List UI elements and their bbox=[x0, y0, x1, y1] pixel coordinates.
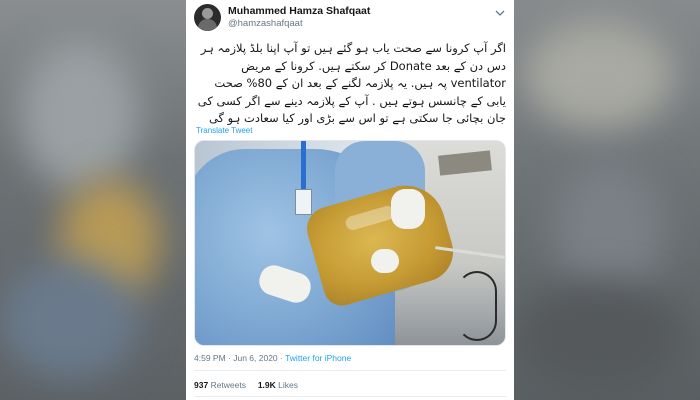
tweet-stats: 937 Retweets 1.9K Likes bbox=[194, 380, 298, 390]
likes-label: Likes bbox=[278, 380, 298, 390]
photo-glove-fingers bbox=[371, 249, 399, 273]
photo-cable bbox=[457, 271, 497, 341]
translate-tweet-link[interactable]: Translate Tweet bbox=[196, 126, 252, 135]
retweets-stat[interactable]: 937 Retweets bbox=[194, 380, 246, 390]
tweet-time[interactable]: 4:59 PM bbox=[194, 353, 226, 363]
tweet-source[interactable]: Twitter for iPhone bbox=[285, 353, 351, 363]
retweets-count: 937 bbox=[194, 380, 209, 390]
tweet-card: Muhammed Hamza Shafqaat @hamzashafqaat ا… bbox=[186, 0, 514, 400]
retweets-label: Retweets bbox=[210, 380, 246, 390]
photo-lanyard bbox=[301, 141, 306, 191]
photo-id-badge bbox=[295, 189, 312, 215]
divider bbox=[194, 396, 506, 397]
author-handle[interactable]: @hamzashafqaat bbox=[228, 18, 303, 29]
blurred-background-left bbox=[0, 0, 186, 400]
tweet-timestamp: 4:59 PM · Jun 6, 2020 · Twitter for iPho… bbox=[194, 353, 351, 363]
meta-separator: · bbox=[277, 353, 286, 363]
tweet-text: اگر آپ کرونا سے صحت یاب ہو گئے ہیں تو آپ… bbox=[197, 41, 506, 125]
tweet-header: Muhammed Hamza Shafqaat @hamzashafqaat bbox=[194, 4, 506, 32]
avatar-head bbox=[202, 8, 213, 19]
divider bbox=[194, 370, 506, 371]
chevron-down-icon[interactable] bbox=[494, 7, 506, 19]
tweet-photo[interactable] bbox=[194, 140, 506, 346]
likes-stat[interactable]: 1.9K Likes bbox=[258, 380, 298, 390]
tweet-date[interactable]: Jun 6, 2020 bbox=[233, 353, 277, 363]
blurred-background-right bbox=[514, 0, 700, 400]
avatar-body bbox=[198, 19, 217, 31]
likes-count: 1.9K bbox=[257, 380, 276, 390]
author-name[interactable]: Muhammed Hamza Shafqaat bbox=[228, 5, 370, 17]
avatar[interactable] bbox=[194, 4, 221, 31]
photo-glove-right bbox=[391, 189, 425, 229]
